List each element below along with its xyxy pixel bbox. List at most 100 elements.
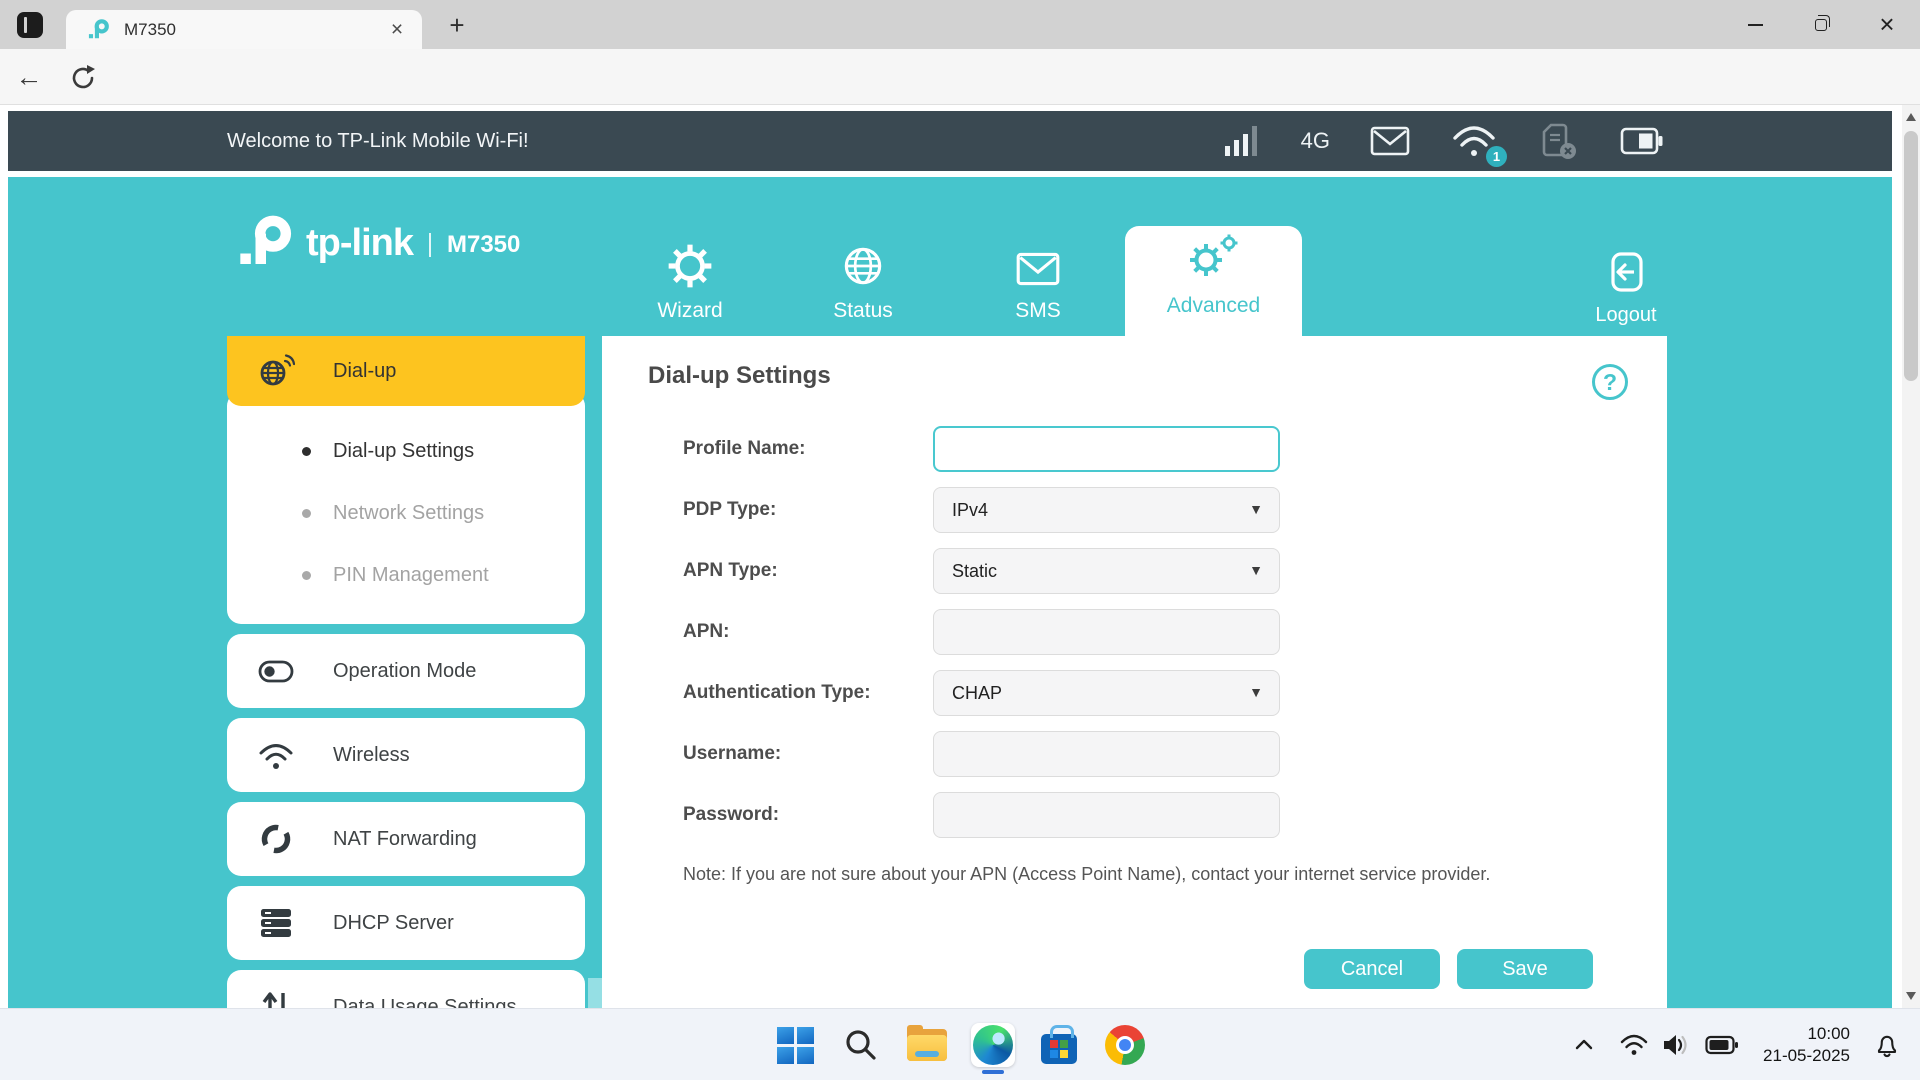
field-label: Password:: [683, 792, 779, 838]
window-controls: [1722, 0, 1920, 49]
field-label: APN Type:: [683, 548, 778, 594]
refresh-button[interactable]: [68, 63, 98, 93]
apn-note: Note: If you are not sure about your APN…: [683, 864, 1490, 885]
sms-status-icon: [1370, 125, 1410, 157]
nav-label-status: Status: [788, 299, 938, 323]
sidebar-subsection: Dial-up Settings Network Settings PIN Ma…: [227, 392, 585, 624]
sidebar-subitem-network-settings[interactable]: Network Settings: [227, 482, 585, 544]
sidebar-item-dhcp-server[interactable]: DHCP Server: [227, 886, 585, 960]
tplink-favicon-icon: [88, 19, 110, 41]
sim-card-icon: [1538, 121, 1580, 161]
scrollbar-thumb[interactable]: [1904, 131, 1918, 381]
close-button[interactable]: [1854, 0, 1920, 49]
logout-icon: [1603, 249, 1649, 295]
status-globe-icon: [838, 241, 888, 291]
form-row-password: Password:: [602, 792, 1667, 838]
taskbar-search-button[interactable]: [839, 1023, 883, 1067]
sms-envelope-icon: [1013, 247, 1063, 291]
tplink-logo: tp-link M7350: [238, 215, 520, 271]
nat-forwarding-icon: [258, 821, 294, 857]
cancel-button[interactable]: Cancel: [1304, 949, 1440, 989]
sidebar-item-dialup[interactable]: Dial-up: [227, 336, 585, 406]
browser-tab[interactable]: M7350: [66, 10, 422, 49]
dialup-settings-panel: Dial-up Settings ? Profile Name: PDP Typ…: [602, 336, 1667, 1008]
form-row-pdp-type: PDP Type: IPv4: [602, 487, 1667, 533]
model-text: M7350: [447, 231, 520, 259]
field-label: Username:: [683, 731, 781, 777]
start-button[interactable]: [773, 1023, 817, 1067]
wifi-status-icon: 1: [1450, 120, 1498, 163]
nav-label-wizard: Wizard: [615, 299, 765, 323]
help-icon[interactable]: ?: [1592, 364, 1628, 400]
sidebar-subitem-pin-management[interactable]: PIN Management: [227, 544, 585, 606]
restore-button[interactable]: [1788, 0, 1854, 49]
windows-logo-icon: [777, 1027, 814, 1064]
page-title: Dial-up Settings: [648, 362, 831, 390]
notification-bell-icon[interactable]: [1872, 1030, 1902, 1060]
password-input[interactable]: [933, 792, 1280, 838]
welcome-text: Welcome to TP-Link Mobile Wi-Fi!: [227, 130, 529, 153]
windows-taskbar: 10:00 21-05-2025: [0, 1008, 1920, 1080]
apn-type-select[interactable]: Static: [933, 548, 1280, 594]
brand-text: tp-link: [306, 222, 413, 265]
tray-battery-icon[interactable]: [1705, 1033, 1739, 1057]
tray-chevron-up-icon[interactable]: [1571, 1032, 1597, 1058]
tab-actions-icon[interactable]: [17, 12, 43, 38]
site-background: tp-link M7350: [8, 177, 1892, 1008]
sidebar-subitem-dialup-settings[interactable]: Dial-up Settings: [227, 420, 585, 482]
logout-button[interactable]: Logout: [1576, 249, 1676, 327]
scroll-down-icon[interactable]: [1906, 992, 1916, 1000]
bullet-icon: [302, 509, 311, 518]
folder-icon: [907, 1029, 947, 1061]
store-icon: [1041, 1034, 1077, 1064]
tab-close-icon[interactable]: [386, 19, 408, 41]
back-button[interactable]: [14, 62, 44, 92]
bullet-icon: [302, 571, 311, 580]
browser-titlebar: M7350: [0, 0, 1920, 49]
file-explorer-button[interactable]: [905, 1023, 949, 1067]
nav-tab-wizard[interactable]: Wizard: [615, 239, 765, 323]
form-row-apn-type: APN Type: Static: [602, 548, 1667, 594]
chrome-button[interactable]: [1103, 1023, 1147, 1067]
chrome-icon: [1105, 1025, 1145, 1065]
minimize-button[interactable]: [1722, 0, 1788, 49]
wifi-client-badge: 1: [1486, 146, 1507, 167]
field-label: Profile Name:: [683, 426, 805, 472]
scroll-up-icon[interactable]: [1906, 113, 1916, 121]
screen: M7350 Not secure tplinkmifi.n: [0, 0, 1920, 1080]
tab-title: M7350: [124, 20, 386, 40]
profile-name-input[interactable]: [933, 426, 1280, 472]
page-viewport: Welcome to TP-Link Mobile Wi-Fi! 4G: [0, 105, 1920, 1008]
field-label: PDP Type:: [683, 487, 776, 533]
wizard-gear-icon: [665, 241, 715, 291]
form-row-profile-name: Profile Name:: [602, 426, 1667, 472]
username-input[interactable]: [933, 731, 1280, 777]
search-icon: [843, 1027, 879, 1063]
new-tab-button[interactable]: [444, 12, 470, 38]
authentication-type-select[interactable]: CHAP: [933, 670, 1280, 716]
edge-browser-button[interactable]: [971, 1023, 1015, 1067]
nav-tab-advanced[interactable]: Advanced: [1125, 226, 1302, 338]
nav-label-sms: SMS: [963, 299, 1113, 323]
field-label: Authentication Type:: [683, 670, 871, 716]
pdp-type-select[interactable]: IPv4: [933, 487, 1280, 533]
nav-label-advanced: Advanced: [1125, 294, 1302, 318]
tray-volume-icon[interactable]: [1661, 1031, 1691, 1059]
sidebar-item-operation-mode[interactable]: Operation Mode: [227, 634, 585, 708]
form-row-username: Username:: [602, 731, 1667, 777]
save-button[interactable]: Save: [1457, 949, 1593, 989]
dhcp-server-icon: [258, 905, 294, 941]
nav-tab-status[interactable]: Status: [788, 239, 938, 323]
page-scrollbar[interactable]: [1902, 105, 1920, 1008]
nav-tab-sms[interactable]: SMS: [963, 239, 1113, 323]
toggle-icon: [257, 656, 295, 686]
sidebar-label-dialup: Dial-up: [333, 360, 396, 383]
microsoft-store-button[interactable]: [1037, 1023, 1081, 1067]
browser-toolbar: Not secure tplinkmifi.net/settings.html#…: [0, 49, 1920, 105]
sidebar-item-nat-forwarding[interactable]: NAT Forwarding: [227, 802, 585, 876]
edge-icon: [973, 1025, 1013, 1065]
sidebar-item-wireless[interactable]: Wireless: [227, 718, 585, 792]
taskbar-clock[interactable]: 10:00 21-05-2025: [1763, 1023, 1850, 1067]
tray-wifi-icon[interactable]: [1619, 1032, 1649, 1058]
apn-input[interactable]: [933, 609, 1280, 655]
